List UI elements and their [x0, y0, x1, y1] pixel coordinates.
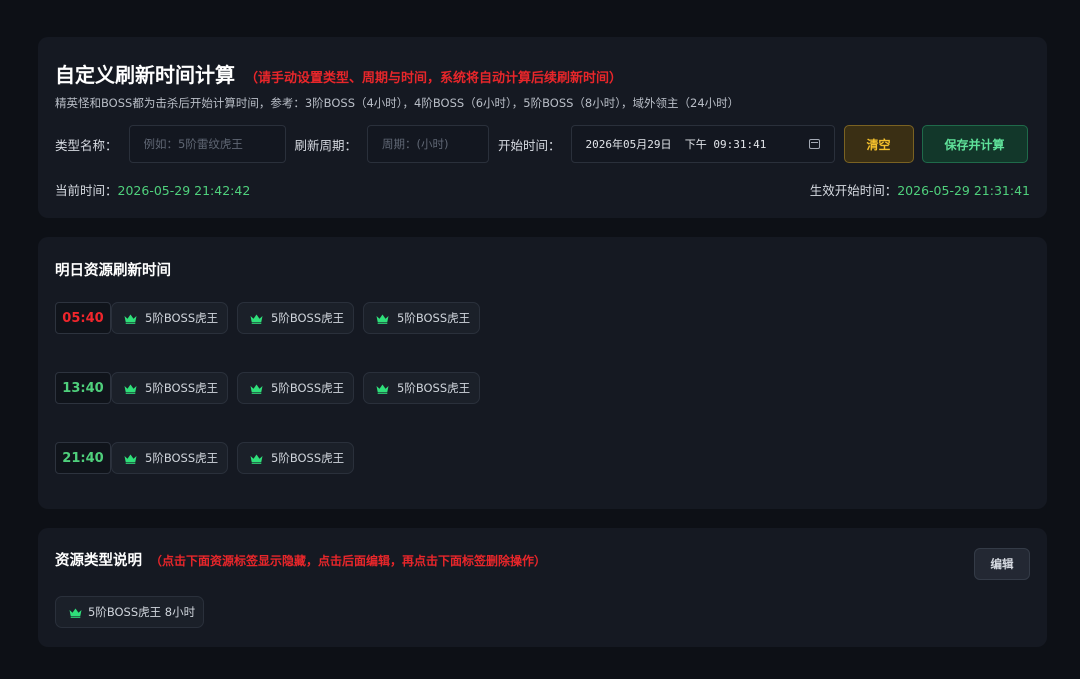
- legend-chip-label: 5阶BOSS虎王 8小时: [88, 605, 196, 619]
- crown-icon: [124, 453, 137, 464]
- current-time-value: 2026-05-29 21:42:42: [117, 183, 251, 198]
- period-input[interactable]: [367, 125, 490, 163]
- resource-chip-label: 5阶BOSS虎王: [145, 311, 219, 325]
- crown-icon: [376, 313, 389, 324]
- resource-chip-label: 5阶BOSS虎王: [271, 381, 345, 395]
- effective-start-time: 生效开始时间：2026-05-29 21:31:41: [810, 180, 1030, 199]
- calc-card: 自定义刷新时间计算 （请手动设置类型、周期与时间，系统将自动计算后续刷新时间） …: [38, 37, 1047, 218]
- resource-chip[interactable]: 5阶BOSS虎王: [237, 372, 354, 404]
- resource-chip-label: 5阶BOSS虎王: [397, 381, 471, 395]
- legend-title-row: 资源类型说明 （点击下面资源标签显示隐藏，点击后面编辑，再点击下面标签删除操作）: [55, 549, 546, 570]
- crown-icon: [250, 313, 263, 324]
- current-time: 当前时间：2026-05-29 21:42:42: [55, 180, 250, 199]
- resource-chip-label: 5阶BOSS虎王: [397, 311, 471, 325]
- save-calculate-button[interactable]: 保存并计算: [921, 125, 1028, 163]
- crown-icon: [124, 313, 137, 324]
- start-time-input[interactable]: 2026年05月29日 下午 09:31:41: [570, 125, 835, 163]
- resource-chip[interactable]: 5阶BOSS虎王: [111, 302, 228, 334]
- resource-chip[interactable]: 5阶BOSS虎王: [363, 302, 480, 334]
- current-time-label: 当前时间：: [55, 183, 118, 198]
- slot-time-badge: 21:40: [55, 442, 111, 474]
- calendar-icon[interactable]: [808, 139, 820, 149]
- slot-row: 21:40 5阶BOSS虎王 5阶BOSS虎王: [55, 442, 363, 474]
- legend-chip[interactable]: 5阶BOSS虎王 8小时: [55, 596, 204, 628]
- calc-description: 精英怪和BOSS都为击杀后开始计算时间，参考：3阶BOSS（4小时），4阶BOS…: [55, 96, 740, 110]
- calc-title-note: （请手动设置类型、周期与时间，系统将自动计算后续刷新时间）: [245, 71, 623, 86]
- legend-title: 资源类型说明: [55, 553, 142, 569]
- tomorrow-title: 明日资源刷新时间: [55, 263, 171, 279]
- legend-note: （点击下面资源标签显示隐藏，点击后面编辑，再点击下面标签删除操作）: [150, 554, 547, 568]
- resource-chip-label: 5阶BOSS虎王: [271, 451, 345, 465]
- resource-chip-label: 5阶BOSS虎王: [145, 451, 219, 465]
- calc-form-row: 类型名称： 刷新周期： 开始时间： 2026年05月29日 下午 09:31:4…: [55, 125, 1028, 163]
- crown-icon: [69, 607, 82, 618]
- type-name-input[interactable]: [128, 125, 286, 163]
- legend-card: 资源类型说明 （点击下面资源标签显示隐藏，点击后面编辑，再点击下面标签删除操作）…: [38, 528, 1047, 647]
- resource-chip[interactable]: 5阶BOSS虎王: [363, 372, 480, 404]
- calc-title: 自定义刷新时间计算: [55, 63, 235, 87]
- start-time-value: 2026年05月29日 下午 09:31:41: [585, 138, 767, 151]
- period-label: 刷新周期：: [294, 137, 358, 153]
- effective-time-value: 2026-05-29 21:31:41: [897, 183, 1030, 198]
- slot-time-badge: 05:40: [55, 302, 111, 334]
- slot-time-badge: 13:40: [55, 372, 111, 404]
- crown-icon: [250, 453, 263, 464]
- resource-chip-label: 5阶BOSS虎王: [271, 311, 345, 325]
- slot-row: 13:40 5阶BOSS虎王 5阶BOSS虎王 5阶BOSS虎王: [55, 372, 489, 404]
- page: 自定义刷新时间计算 （请手动设置类型、周期与时间，系统将自动计算后续刷新时间） …: [0, 0, 1080, 679]
- resource-chip[interactable]: 5阶BOSS虎王: [111, 442, 228, 474]
- effective-time-label: 生效开始时间：: [809, 183, 898, 198]
- start-time-label: 开始时间：: [498, 137, 561, 153]
- tomorrow-card: 明日资源刷新时间 05:40 5阶BOSS虎王 5阶BOSS虎王 5阶BOSS虎王 13…: [38, 237, 1047, 509]
- resource-chip[interactable]: 5阶BOSS虎王: [111, 372, 228, 404]
- resource-chip[interactable]: 5阶BOSS虎王: [237, 442, 354, 474]
- resource-chip-label: 5阶BOSS虎王: [145, 381, 219, 395]
- slot-row: 05:40 5阶BOSS虎王 5阶BOSS虎王 5阶BOSS虎王: [55, 302, 489, 334]
- edit-button[interactable]: 编辑: [974, 548, 1030, 580]
- resource-chip[interactable]: 5阶BOSS虎王: [237, 302, 354, 334]
- crown-icon: [376, 383, 389, 394]
- type-name-label: 类型名称：: [55, 137, 118, 153]
- clear-button[interactable]: 清空: [843, 125, 914, 163]
- crown-icon: [124, 383, 137, 394]
- calc-title-row: 自定义刷新时间计算 （请手动设置类型、周期与时间，系统将自动计算后续刷新时间）: [55, 59, 622, 88]
- crown-icon: [250, 383, 263, 394]
